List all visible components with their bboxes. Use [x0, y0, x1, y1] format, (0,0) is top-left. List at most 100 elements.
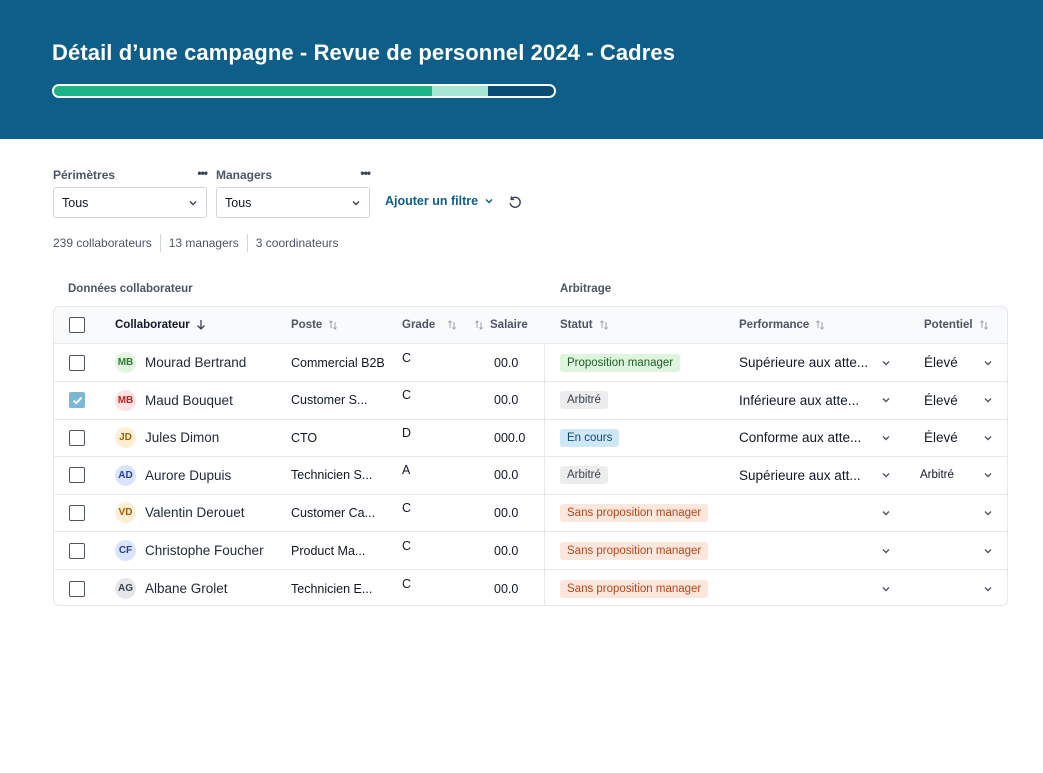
more-options-icon[interactable]: ••• [197, 166, 208, 180]
filter-perimetres: Périmètres ••• Tous [53, 166, 208, 218]
performance-dropdown[interactable] [881, 344, 891, 381]
column-poste[interactable]: Poste [291, 307, 338, 343]
performance-dropdown[interactable] [881, 494, 891, 531]
grade-cell: C [402, 388, 412, 403]
performance-dropdown[interactable] [881, 457, 891, 494]
performance-value: Supérieure aux att... [739, 467, 861, 483]
row-checkbox[interactable] [69, 542, 85, 559]
chevron-down-icon [189, 200, 197, 205]
performance-dropdown[interactable] [881, 532, 891, 569]
table-row[interactable]: VD Valentin Derouet Customer Ca... C 00.0 San… [54, 494, 1007, 533]
column-salaire[interactable]: Salaire [474, 307, 528, 343]
potentiel-dropdown[interactable] [983, 382, 993, 419]
count-collaborateurs: 239 collaborateurs [53, 236, 152, 250]
sort-icon [475, 320, 483, 330]
table-row[interactable]: JD Jules Dimon CTO D 000.0 En cours Conforme a… [54, 419, 1007, 458]
sort-icon [448, 320, 457, 330]
collaborateur-cell[interactable]: AD Aurore Dupuis [115, 457, 231, 494]
row-checkbox[interactable] [69, 580, 85, 597]
select-all-cell [69, 307, 85, 343]
column-collaborateur-label: Collaborateur [115, 319, 190, 331]
column-groups: Données collaborateur Arbitrage [0, 283, 1043, 299]
salaire-cell: 00.0 [494, 393, 519, 408]
row-checkbox[interactable] [69, 429, 85, 446]
chevron-down-icon [882, 435, 890, 441]
avatar: MB [115, 352, 136, 373]
chevron-down-icon [984, 398, 992, 403]
chevron-down-icon [485, 198, 493, 204]
column-performance[interactable]: Performance [739, 307, 825, 343]
status-badge: Sans proposition manager [560, 579, 709, 598]
statut-cell: Arbitré [560, 457, 608, 494]
collaborateur-cell[interactable]: MB Mourad Bertrand [115, 344, 246, 381]
performance-value: Inférieure aux atte... [739, 392, 860, 408]
collaborateur-name: Maud Bouquet [145, 392, 233, 408]
page-title: Détail d’une campagne - Revue de personn… [52, 40, 676, 65]
sort-icon [816, 320, 825, 330]
table-row[interactable]: MB Mourad Bertrand Commercial B2B C 00.0 Prop… [54, 344, 1007, 382]
performance-dropdown[interactable] [881, 419, 891, 456]
chevron-down-icon [984, 360, 992, 365]
table-row[interactable]: CF Christophe Foucher Product Ma... C 00.0 Sa… [54, 532, 1007, 570]
performance-dropdown[interactable] [881, 382, 891, 419]
filter-perimetres-label: Périmètres [53, 168, 116, 182]
chevron-down-icon [984, 435, 992, 441]
table-row[interactable]: AD Aurore Dupuis Technicien S... A 00.0 Arbit… [54, 457, 1007, 495]
performance-dropdown[interactable] [881, 570, 891, 605]
table-header-row: Collaborateur Poste Grade Salaire Statut… [54, 307, 1007, 344]
performance-value: Supérieure aux atte... [739, 355, 869, 370]
managers-select[interactable]: Tous [216, 187, 370, 218]
chevron-down-icon [882, 548, 890, 553]
count-managers: 13 managers [159, 234, 247, 252]
collaborateur-cell[interactable]: MB Maud Bouquet [115, 382, 233, 419]
table-row[interactable]: AG Albane Grolet Technicien E... C 00.0 Sans … [54, 570, 1007, 605]
progress-segment [488, 86, 554, 96]
collaborateur-cell[interactable]: AG Albane Grolet [115, 570, 228, 605]
potentiel-dropdown[interactable] [983, 532, 993, 569]
potentiel-dropdown[interactable] [983, 494, 993, 531]
row-select-cell [69, 344, 85, 381]
row-select-cell [69, 457, 85, 494]
perimetres-select[interactable]: Tous [53, 187, 207, 218]
column-statut[interactable]: Statut [560, 307, 609, 343]
potentiel-dropdown[interactable] [983, 344, 993, 381]
campaign-header: Détail d’une campagne - Revue de personn… [0, 0, 1043, 139]
avatar: AG [115, 578, 136, 600]
column-potentiel[interactable]: Potentiel [924, 307, 989, 343]
sort-icon [599, 320, 608, 330]
more-options-icon[interactable]: ••• [360, 166, 371, 180]
salaire-cell: 00.0 [494, 468, 519, 483]
potentiel-dropdown[interactable] [983, 457, 993, 494]
row-checkbox[interactable] [69, 392, 85, 409]
chevron-down-icon [984, 548, 992, 553]
collaborateur-cell[interactable]: CF Christophe Foucher [115, 532, 264, 569]
add-filter-button[interactable]: Ajouter un filtre [385, 194, 494, 208]
collaborateur-cell[interactable]: JD Jules Dimon [115, 419, 219, 456]
status-badge: Arbitré [560, 466, 608, 485]
potentiel-dropdown[interactable] [983, 570, 993, 605]
reset-filters-icon[interactable] [507, 194, 523, 210]
potentiel-dropdown[interactable] [983, 419, 993, 456]
collaborateur-cell[interactable]: VD Valentin Derouet [115, 494, 245, 531]
sort-icon [329, 320, 338, 330]
avatar: VD [115, 502, 136, 524]
add-filter-label: Ajouter un filtre [385, 194, 479, 208]
column-grade[interactable]: Grade [402, 307, 457, 343]
avatar: AD [115, 464, 136, 486]
row-checkbox[interactable] [69, 354, 85, 371]
row-checkbox[interactable] [69, 504, 85, 521]
avatar: JD [115, 427, 136, 449]
table-row[interactable]: MB Maud Bouquet Customer S... C 00.0 Arbitré I… [54, 382, 1007, 420]
chevron-down-icon [352, 200, 360, 205]
salaire-cell: 00.0 [494, 355, 519, 370]
row-select-cell [69, 532, 85, 569]
poste-cell: Technicien E... [291, 581, 373, 596]
collaborateur-name: Valentin Derouet [145, 505, 245, 521]
group-donnees-collaborateur: Données collaborateur [68, 283, 193, 295]
chevron-down-icon [984, 510, 992, 516]
column-collaborateur[interactable]: Collaborateur [115, 307, 206, 343]
row-checkbox[interactable] [69, 467, 85, 484]
review-table: Collaborateur Poste Grade Salaire Statut… [53, 306, 1008, 606]
poste-cell: Technicien S... [291, 468, 373, 483]
select-all-checkbox[interactable] [69, 317, 85, 333]
